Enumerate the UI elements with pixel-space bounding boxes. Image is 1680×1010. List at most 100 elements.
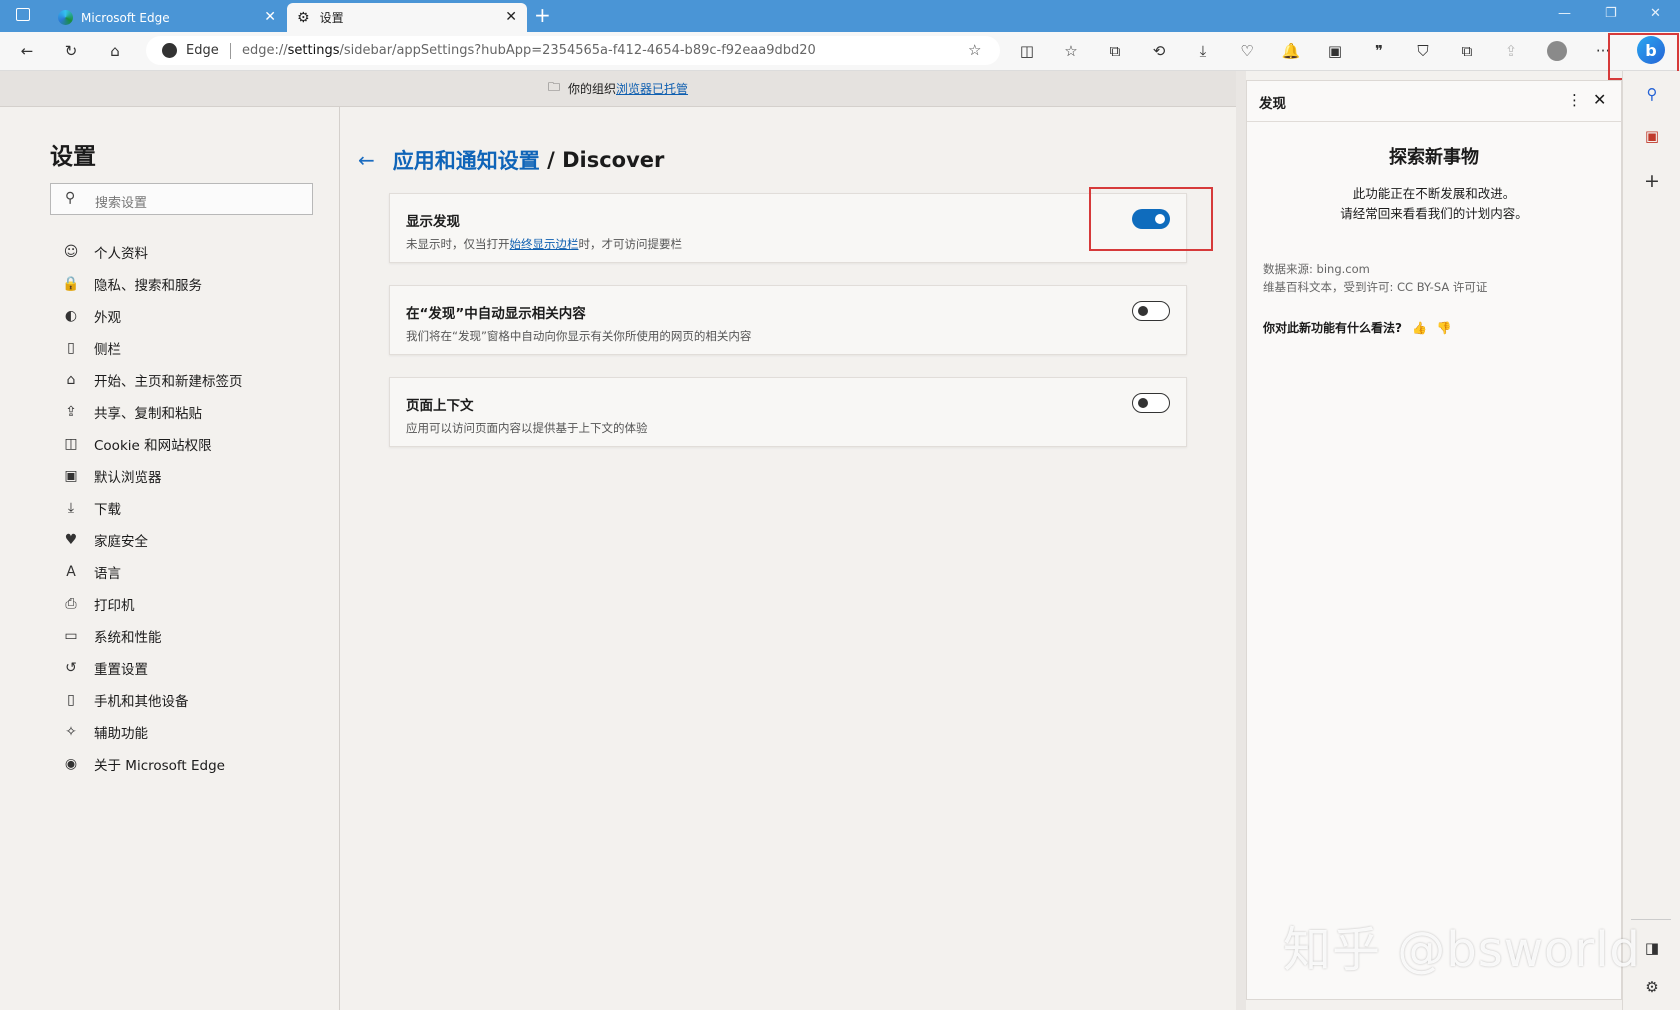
sidebar-item-label: 手机和其他设备 <box>94 694 189 710</box>
minimize-icon[interactable]: — <box>1558 6 1571 21</box>
setting-card: 显示发现 未显示时，仅当打开始终显示边栏时，才可访问提要栏 <box>389 193 1187 263</box>
source-text: 数据来源: bing.com <box>1263 262 1370 276</box>
setting-title: 在“发现”中自动显示相关内容 <box>406 306 586 322</box>
tab-settings[interactable]: ⚙ 设置 ✕ <box>287 3 527 32</box>
breadcrumb: ← 应用和通知设置 / Discover <box>358 145 664 175</box>
appearance-icon: ◐ <box>64 308 78 324</box>
sidebar-item[interactable]: ◉ 关于 Microsoft Edge <box>60 750 225 778</box>
main-content: ← 应用和通知设置 / Discover 显示发现 未显示时，仅当打开始终显示边栏… <box>340 107 1236 1010</box>
sidebar-item-label: Cookie 和网站权限 <box>94 438 212 454</box>
sidebar-item[interactable]: ◫ Cookie 和网站权限 <box>60 430 212 458</box>
thumbs-down-icon[interactable]: 👎 <box>1437 321 1452 335</box>
setting-toggle[interactable] <box>1132 393 1170 413</box>
sidebar-item[interactable]: ▭ 系统和性能 <box>60 622 161 650</box>
pane-title: 发现 <box>1259 96 1286 112</box>
edge-logo-icon: ◉ <box>64 756 78 772</box>
favorites-icon[interactable]: ☆ <box>1061 41 1081 61</box>
close-window-icon[interactable]: ✕ <box>1650 6 1661 21</box>
refresh-icon[interactable]: ↻ <box>61 41 81 61</box>
thumbs-up-icon[interactable]: 👍 <box>1412 321 1427 335</box>
app-icon[interactable]: ▣ <box>1325 41 1345 61</box>
quote-icon[interactable]: ❞ <box>1369 41 1389 61</box>
breadcrumb-separator: / <box>539 148 563 172</box>
sidebar-item[interactable]: ▯ 侧栏 <box>60 334 121 362</box>
url-text: edge://settings/sidebar/appSettings?hubA… <box>242 43 816 58</box>
back-arrow-icon[interactable]: ← <box>358 148 375 172</box>
sidebar-item[interactable]: ⇪ 共享、复制和粘贴 <box>60 398 202 426</box>
managed-link[interactable]: 浏览器已托管 <box>616 80 688 97</box>
feedback-row: 你对此新功能有什么看法? 👍 👎 <box>1263 319 1452 336</box>
sidebar-icon: ▯ <box>67 340 75 356</box>
tab-actions-icon[interactable] <box>16 8 30 21</box>
new-tab-button[interactable]: + <box>534 3 551 27</box>
sidebar-item-label: 默认浏览器 <box>94 470 162 486</box>
sidebar-item[interactable]: ⎙ 打印机 <box>60 590 134 618</box>
sidebar-item[interactable]: ✧ 辅助功能 <box>60 718 148 746</box>
sidebar-item[interactable]: 🔒 隐私、搜索和服务 <box>60 270 202 298</box>
more-options-icon[interactable]: ⋮ <box>1567 91 1582 109</box>
sidebar-item[interactable]: ⌂ 开始、主页和新建标签页 <box>60 366 243 394</box>
phone-icon: ▯ <box>67 692 75 708</box>
pane-heading: 探索新事物 <box>1389 147 1479 168</box>
downloads-icon[interactable]: ⤓ <box>1193 41 1213 61</box>
avatar[interactable] <box>1547 41 1567 61</box>
managed-text: 你的组织 <box>567 82 616 96</box>
lock-icon: 🔒 <box>62 276 80 292</box>
toolbar: ← ↻ ⌂ Edge edge://settings/sidebar/appSe… <box>0 32 1680 80</box>
reset-icon: ↺ <box>65 660 77 676</box>
workspaces-icon[interactable]: ⧉ <box>1457 41 1477 61</box>
sidebar-item[interactable]: ↺ 重置设置 <box>60 654 148 682</box>
search-input[interactable]: ⚲ 搜索设置 <box>50 183 313 215</box>
sidebar-item-label: 重置设置 <box>94 662 148 678</box>
home-icon[interactable]: ⌂ <box>105 41 125 61</box>
discover-pane: 发现 ⋮ ✕ 探索新事物 此功能正在不断发展和改进。 请经常回来看看我们的计划内… <box>1246 80 1622 1000</box>
sidebar-item[interactable]: ☺ 个人资料 <box>60 238 148 266</box>
hide-sidebar-icon[interactable]: ◨ <box>1641 937 1663 959</box>
setting-title: 页面上下文 <box>406 398 474 414</box>
license-text: 维基百科文本，受到许可: CC BY-SA 许可证 <box>1263 280 1488 294</box>
tab-microsoft-edge[interactable]: Microsoft Edge ✕ <box>50 3 286 32</box>
tools-icon[interactable]: ▣ <box>1641 125 1663 147</box>
setting-description: 未显示时，仅当打开始终显示边栏时，才可访问提要栏 <box>406 237 682 251</box>
restore-icon[interactable]: ❐ <box>1605 6 1617 21</box>
search-icon[interactable]: ⚲ <box>1641 83 1663 105</box>
setting-toggle[interactable] <box>1132 301 1170 321</box>
split-screen-icon[interactable]: ◫ <box>1017 41 1037 61</box>
feedback-question: 你对此新功能有什么看法? <box>1263 321 1402 335</box>
edge-logo-icon <box>58 10 73 25</box>
notifications-icon[interactable]: 🔔 <box>1281 41 1301 61</box>
add-app-icon[interactable]: + <box>1641 170 1663 192</box>
gear-icon: ⚙ <box>297 9 310 26</box>
setting-link[interactable]: 始终显示边栏 <box>510 237 579 251</box>
close-tab-icon[interactable]: ✕ <box>505 9 517 25</box>
back-icon[interactable]: ← <box>17 41 37 61</box>
settings-nav: 设置 ⚲ 搜索设置 ☺ 个人资料 🔒 隐私、搜索和服务 ◐ 外观 ▯ 侧栏 ⌂ 开始、主页和新建标… <box>0 107 340 1010</box>
search-icon: ⚲ <box>65 190 76 206</box>
pane-desc-line2: 请经常回来看看我们的计划内容。 <box>1340 206 1528 221</box>
home-page-icon: ⌂ <box>66 372 76 388</box>
sidebar-item-label: 侧栏 <box>94 342 121 358</box>
breadcrumb-parent[interactable]: 应用和通知设置 <box>393 145 540 175</box>
address-bar[interactable]: Edge edge://settings/sidebar/appSettings… <box>146 36 1000 65</box>
sidebar-item[interactable]: ♥ 家庭安全 <box>60 526 148 554</box>
sidebar-item-label: 共享、复制和粘贴 <box>94 406 202 422</box>
security-icon[interactable]: ⛉ <box>1413 41 1433 61</box>
language-icon: A <box>66 564 76 580</box>
add-favorite-icon[interactable]: ☆ <box>968 41 981 59</box>
gear-icon[interactable]: ⚙ <box>1641 976 1663 998</box>
sidebar-item[interactable]: ◐ 外观 <box>60 302 121 330</box>
sidebar-item[interactable]: ⤓ 下载 <box>60 494 121 522</box>
close-pane-icon[interactable]: ✕ <box>1593 90 1606 109</box>
profile-icon: ☺ <box>63 244 79 260</box>
default-browser-icon: ▣ <box>64 468 78 484</box>
history-icon[interactable]: ⟲ <box>1149 41 1169 61</box>
close-tab-icon[interactable]: ✕ <box>264 9 276 25</box>
cookie-icon: ◫ <box>64 436 78 452</box>
sidebar-item[interactable]: ▯ 手机和其他设备 <box>60 686 189 714</box>
sidebar-item[interactable]: ▣ 默认浏览器 <box>60 462 162 490</box>
performance-icon[interactable]: ♡ <box>1237 41 1257 61</box>
accessibility-icon: ✧ <box>65 724 77 740</box>
pane-description: 此功能正在不断发展和改进。 请经常回来看看我们的计划内容。 <box>1247 184 1621 224</box>
collections-icon[interactable]: ⧉ <box>1105 41 1125 61</box>
sidebar-item[interactable]: A 语言 <box>60 558 121 586</box>
